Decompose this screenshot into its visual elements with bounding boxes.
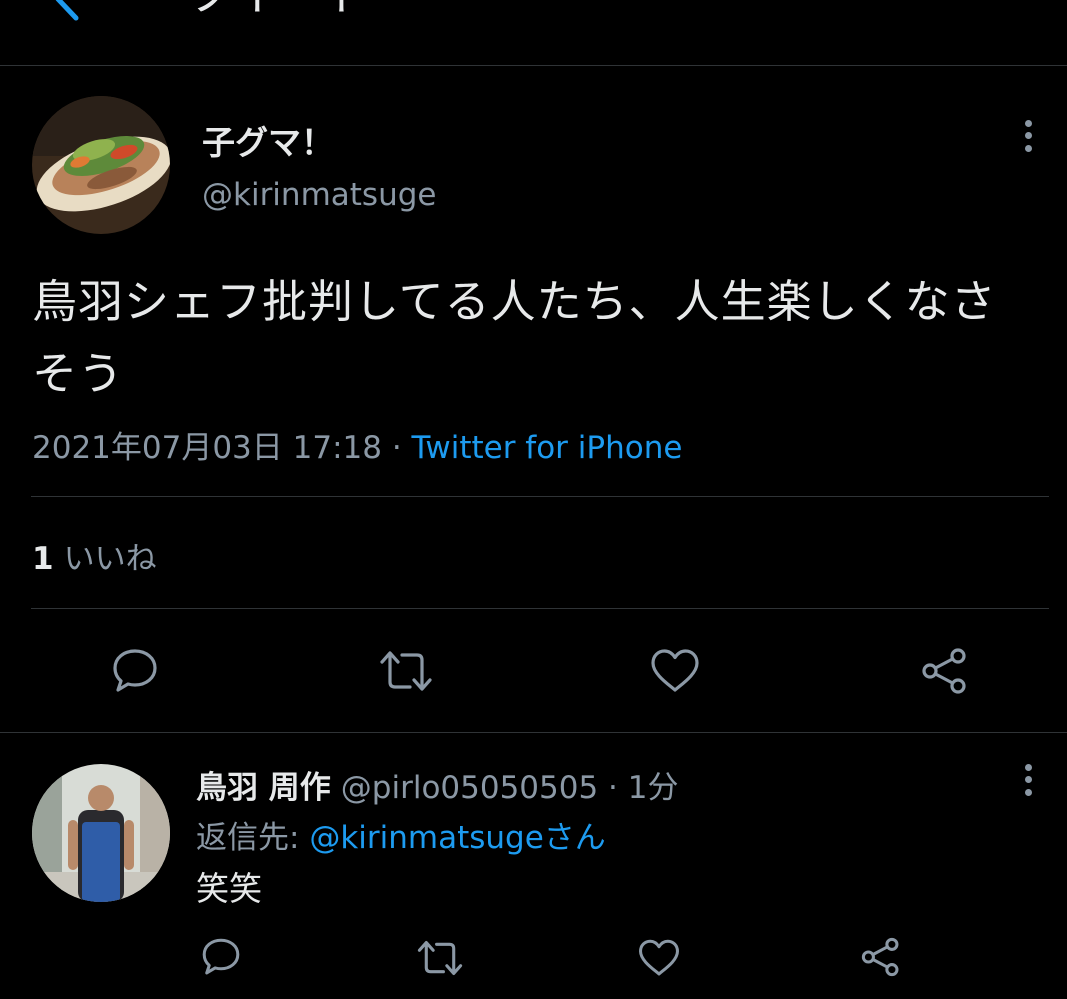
reply-header: 鳥羽 周作 @pirlo05050505 · 1分 [196,762,679,807]
avatar-image [32,764,170,902]
like-count: 1 [32,541,54,577]
top-bar: ツイート [0,0,1067,66]
reply-author-name[interactable]: 鳥羽 周作 [196,770,331,806]
back-arrow-icon[interactable] [46,0,92,22]
author-name[interactable]: 子グマ！ [202,116,334,164]
likes-summary[interactable]: 1 いいね [32,533,157,578]
like-label: いいね [63,541,157,577]
divider [0,732,1067,733]
reply-author-handle[interactable]: @pirlo05050505 [341,770,598,806]
avatar[interactable] [32,764,170,902]
like-icon[interactable] [650,648,700,694]
meta-separator: · [598,770,628,806]
reply-text: 笑笑 [196,869,262,908]
reply-time: 1分 [627,770,679,806]
share-icon[interactable] [920,646,970,696]
reply-to-label: 返信先: [196,820,310,856]
avatar[interactable] [32,96,170,234]
avatar-image [32,96,170,234]
page-title: ツイート [186,0,370,22]
tweet-meta: 2021年07月03日 17:18 · Twitter for iPhone [32,422,682,467]
more-options-icon[interactable] [1017,760,1041,800]
author-handle[interactable]: @kirinmatsuge [202,177,436,213]
more-options-icon[interactable] [1017,116,1041,156]
source-link[interactable]: Twitter for iPhone [412,430,683,466]
reply-to-line: 返信先: @kirinmatsugeさん [196,812,606,857]
tweet-text: 鳥羽シェフ批判してる人たち、人生楽しくなさそう [32,275,997,400]
reply-icon[interactable] [110,646,160,696]
timestamp: 2021年07月03日 17:18 [32,430,382,466]
divider [31,496,1049,497]
retweet-icon[interactable] [416,938,464,978]
retweet-icon[interactable] [378,648,434,694]
share-icon[interactable] [860,936,902,978]
reply-to-mention[interactable]: @kirinmatsugeさん [309,820,605,856]
reply-icon[interactable] [200,936,242,978]
like-icon[interactable] [638,938,680,978]
divider [31,608,1049,609]
meta-separator: · [381,430,412,466]
